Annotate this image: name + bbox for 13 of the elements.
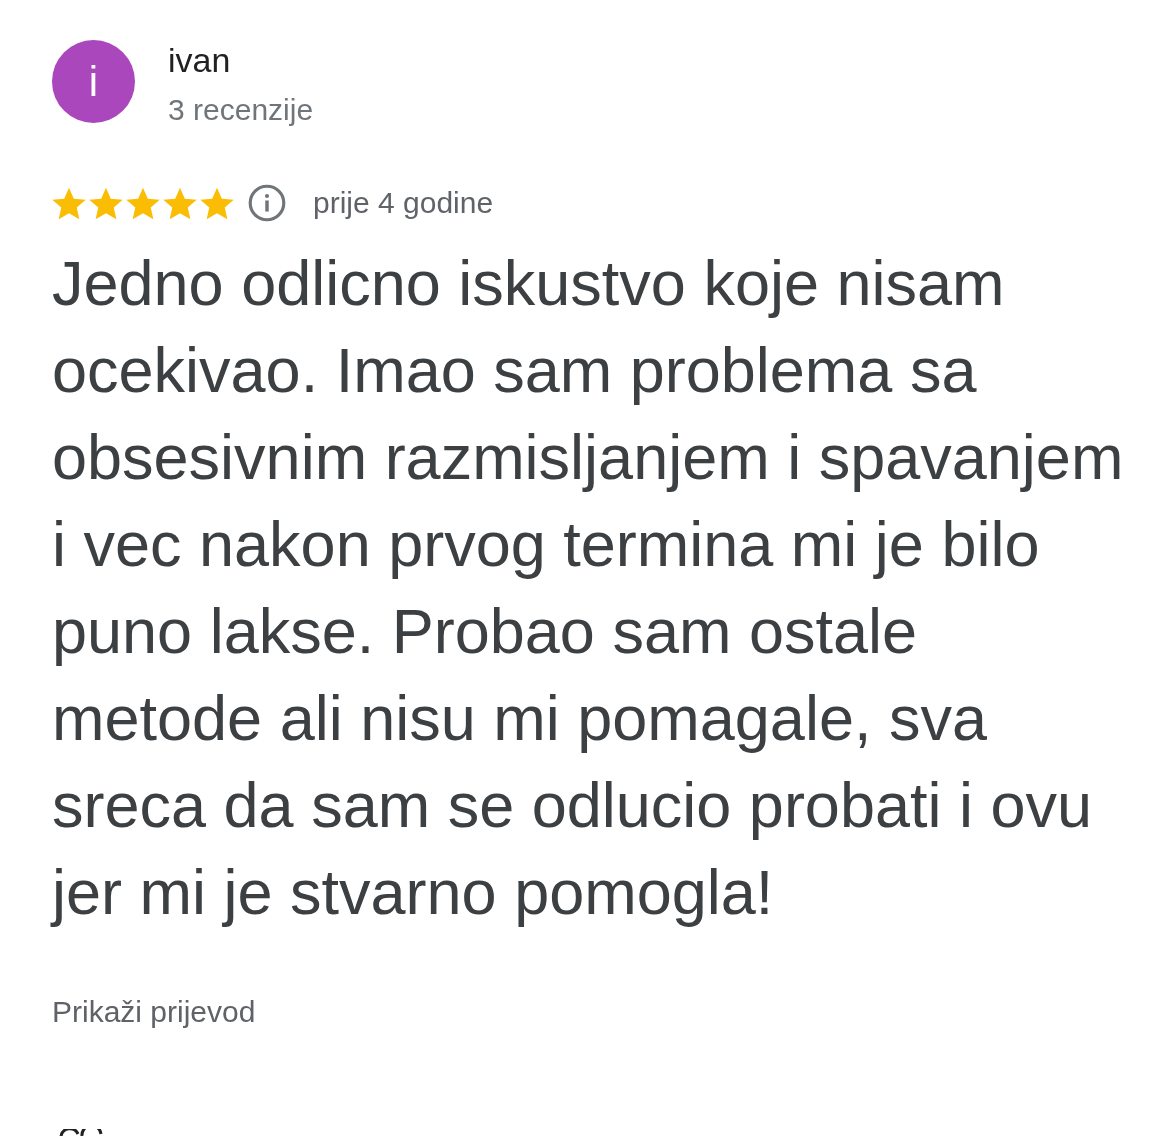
avatar: i (52, 40, 135, 123)
star-icon (163, 186, 197, 220)
reviewer-name: ivan (168, 40, 232, 80)
star-icon (52, 186, 86, 220)
review-text: Jedno odlicno iskustvo koje nisam ocekivao. Imao sam problema sa obsesivnim razmisljanjem i spavanjem i vec nakon prvog termina mi je bilo puno lakse. Probao sam ostale metode ali nisu mi pomagale, sva sreca da sam se odlucio probati i ovu jer mi je stvarno pomogla! (52, 247, 1125, 929)
info-icon (248, 184, 286, 222)
review-time: prije 4 godine (313, 185, 494, 221)
show-translation-link[interactable]: Prikaži prijevod (52, 994, 256, 1030)
star-icon (89, 186, 123, 220)
star-icon (126, 186, 160, 220)
cut-off-icon (58, 1129, 104, 1136)
star-icon (200, 186, 234, 220)
review-count: 3 recenzije (168, 92, 314, 128)
